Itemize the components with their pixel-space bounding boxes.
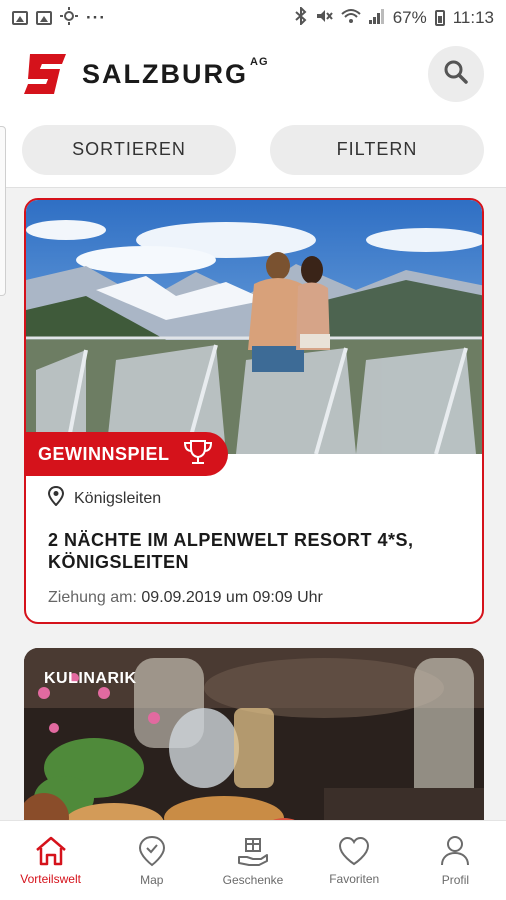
nav-label: Geschenke <box>222 872 284 887</box>
location-pin-icon <box>47 485 65 511</box>
nav-label: Profil <box>441 872 470 887</box>
sort-button[interactable]: SORTIEREN <box>22 124 236 175</box>
gallery-notification-icon <box>12 11 28 25</box>
salzburg-ag-logo-icon <box>22 50 70 98</box>
nav-label: Favoriten <box>329 871 380 886</box>
bluetooth-icon <box>295 5 307 30</box>
house-icon <box>34 836 68 866</box>
brand-name: SALZBURG <box>82 58 248 89</box>
sort-filter-bar: SORTIEREN FILTERN <box>0 112 506 188</box>
nav-geschenke[interactable]: Geschenke <box>202 821 303 900</box>
wifi-icon <box>341 8 361 29</box>
offer-title: 2 NÄCHTE IM ALPENWELT RESORT 4*S, KÖNIGS… <box>48 529 464 573</box>
brand-suffix: AG <box>250 56 269 68</box>
location-row: Königsleiten <box>47 485 464 511</box>
battery-percent: 67% <box>392 8 427 27</box>
draw-date-row: Ziehung am: 09.09.2019 um 09:09 Uhr <box>48 589 464 607</box>
map-pin-icon <box>137 835 167 867</box>
nav-vorteilswelt[interactable]: Vorteilswelt <box>0 821 101 900</box>
contest-badge: GEWINNSPIEL <box>26 432 228 476</box>
app-header: SALZBURG AG <box>0 36 506 112</box>
nav-map[interactable]: Map <box>101 821 202 900</box>
offer-title-line-1: 2 NÄCHTE IM ALPENWELT RESORT 4*S, <box>48 530 414 550</box>
badge-label: GEWINNSPIEL <box>38 443 170 464</box>
brightness-icon <box>60 6 78 30</box>
nav-favoriten[interactable]: Favoriten <box>304 821 405 900</box>
person-icon <box>440 835 470 867</box>
trophy-icon <box>182 438 214 471</box>
mail-notification-icon <box>36 11 52 25</box>
filter-button[interactable]: FILTERN <box>270 124 484 175</box>
nav-profil[interactable]: Profil <box>405 821 506 900</box>
edge-panel-handle[interactable] <box>0 126 6 296</box>
heart-icon <box>337 836 371 866</box>
location-text: Königsleiten <box>74 489 162 507</box>
offer-title-line-2: KÖNIGSLEITEN <box>48 552 190 572</box>
more-notifications-indicator: ··· <box>86 8 106 27</box>
category-tag: KULINARIK <box>44 670 137 687</box>
draw-date-label: Ziehung am: <box>48 589 137 606</box>
search-icon <box>443 59 469 90</box>
battery-icon <box>434 10 445 26</box>
mute-icon <box>315 7 333 30</box>
nav-label: Map <box>140 872 164 887</box>
gift-hand-icon <box>237 835 269 867</box>
clock: 11:13 <box>452 8 494 27</box>
nav-label: Vorteilswelt <box>20 871 81 886</box>
signal-icon <box>368 8 385 29</box>
card-image-couple-mountain-view <box>26 200 482 454</box>
status-bar: ··· 67% 11:13 <box>0 0 506 36</box>
search-button[interactable] <box>428 46 484 102</box>
offer-card[interactable]: GEWINNSPIEL Königsleiten 2 NÄCHTE IM ALP… <box>24 198 484 624</box>
card-body: Königsleiten 2 NÄCHTE IM ALPENWELT RESOR… <box>47 485 464 607</box>
bottom-navigation: Vorteilswelt Map Geschenke Favoriten Pro… <box>0 820 506 900</box>
draw-date-value: 09.09.2019 um 09:09 Uhr <box>141 589 323 606</box>
